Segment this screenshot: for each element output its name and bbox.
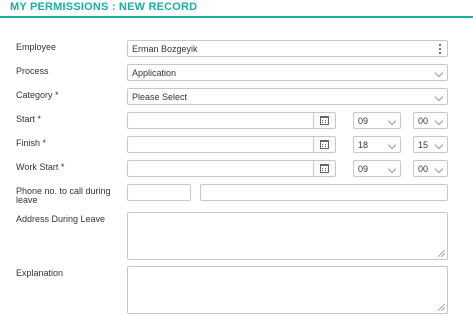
finish-calendar-button[interactable] — [313, 137, 334, 152]
work-start-hour-select[interactable]: 09 — [353, 160, 401, 177]
chevron-down-icon — [434, 116, 444, 126]
chevron-down-icon — [434, 140, 444, 150]
start-date-input[interactable] — [127, 112, 336, 129]
category-label: Category * — [16, 90, 59, 100]
kebab-menu-icon[interactable] — [433, 41, 447, 56]
process-label: Process — [16, 66, 49, 76]
start-calendar-button[interactable] — [313, 113, 334, 128]
start-hour-select[interactable]: 09 — [353, 112, 401, 129]
category-value: Please Select — [132, 92, 188, 102]
finish-hour-select[interactable]: 18 — [353, 136, 401, 153]
explanation-label: Explanation — [16, 268, 64, 278]
employee-value: Erman Bozgeyik — [132, 44, 198, 54]
work-start-minute-value: 00 — [418, 164, 429, 174]
chevron-down-icon — [387, 164, 397, 174]
work-start-date-input[interactable] — [127, 160, 336, 177]
phone-code-input[interactable] — [127, 184, 191, 201]
finish-label: Finish * — [16, 138, 47, 148]
finish-hour-value: 18 — [358, 140, 369, 150]
phone-number-input[interactable] — [200, 184, 448, 201]
work-start-label: Work Start * — [16, 162, 65, 172]
work-start-hour-value: 09 — [358, 164, 369, 174]
employee-field[interactable]: Erman Bozgeyik — [127, 40, 448, 57]
phone-label: Phone no. to call during leave — [16, 186, 111, 205]
chevron-down-icon — [434, 68, 444, 78]
process-value: Application — [132, 68, 177, 78]
start-hour-value: 09 — [358, 116, 369, 126]
process-select[interactable]: Application — [127, 64, 448, 81]
page-header: MY PERMISSIONS : NEW RECORD — [0, 0, 473, 18]
work-start-calendar-button[interactable] — [313, 161, 334, 176]
start-minute-select[interactable]: 00 — [413, 112, 448, 129]
calendar-icon — [320, 140, 329, 149]
category-select[interactable]: Please Select — [127, 88, 448, 105]
address-textarea[interactable] — [127, 212, 448, 260]
address-label: Address During Leave — [16, 214, 106, 224]
work-start-minute-select[interactable]: 00 — [413, 160, 448, 177]
chevron-down-icon — [434, 92, 444, 102]
employee-label: Employee — [16, 42, 57, 52]
chevron-down-icon — [434, 164, 444, 174]
finish-date-input[interactable] — [127, 136, 336, 153]
resize-handle-icon[interactable] — [438, 304, 445, 311]
explanation-textarea[interactable] — [127, 266, 448, 314]
start-minute-value: 00 — [418, 116, 429, 126]
calendar-icon — [320, 116, 329, 125]
finish-minute-value: 15 — [418, 140, 429, 150]
page-title: MY PERMISSIONS : NEW RECORD — [10, 1, 198, 13]
calendar-icon — [320, 164, 329, 173]
finish-minute-select[interactable]: 15 — [413, 136, 448, 153]
chevron-down-icon — [387, 140, 397, 150]
chevron-down-icon — [387, 116, 397, 126]
resize-handle-icon[interactable] — [438, 250, 445, 257]
start-label: Start * — [16, 114, 42, 124]
